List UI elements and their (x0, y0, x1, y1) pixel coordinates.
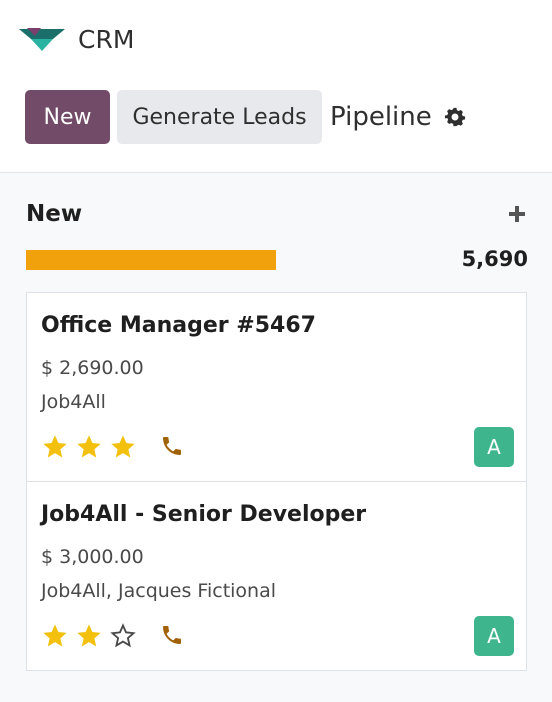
star-filled-icon[interactable] (41, 622, 69, 650)
kanban-area: New 5,690 Office Manager #5467 $ 2,690.0… (0, 173, 552, 702)
control-panel: New Generate Leads Pipeline (0, 86, 552, 148)
star-filled-icon[interactable] (75, 622, 103, 650)
column-total: 5,690 (461, 247, 528, 271)
kanban-card[interactable]: Office Manager #5467 $ 2,690.00 Job4All … (26, 292, 527, 482)
star-empty-icon[interactable] (109, 622, 137, 650)
top-bar: CRM (0, 0, 552, 78)
plus-icon[interactable] (506, 203, 528, 225)
gear-icon[interactable] (444, 106, 466, 128)
generate-leads-button[interactable]: Generate Leads (117, 90, 322, 144)
avatar[interactable]: A (474, 616, 514, 656)
kanban-card[interactable]: Job4All - Senior Developer $ 3,000.00 Jo… (26, 481, 527, 671)
phone-icon[interactable] (160, 434, 184, 458)
star-filled-icon[interactable] (75, 433, 103, 461)
priority-stars (41, 622, 137, 650)
card-company: Job4All, Jacques Fictional (41, 580, 277, 602)
view-title: Pipeline (330, 102, 432, 132)
app-name: CRM (78, 25, 135, 54)
card-title: Office Manager #5467 (41, 313, 316, 338)
avatar[interactable]: A (474, 427, 514, 467)
phone-icon[interactable] (160, 623, 184, 647)
card-amount: $ 3,000.00 (41, 546, 144, 568)
new-button[interactable]: New (25, 90, 110, 144)
card-title: Job4All - Senior Developer (41, 502, 367, 527)
column-progress-bar[interactable] (26, 250, 276, 270)
card-company: Job4All (41, 391, 106, 413)
star-filled-icon[interactable] (41, 433, 69, 461)
card-amount: $ 2,690.00 (41, 357, 144, 379)
priority-stars (41, 433, 137, 461)
star-filled-icon[interactable] (109, 433, 137, 461)
column-title: New (26, 201, 83, 227)
crm-logo-icon[interactable] (19, 26, 65, 52)
